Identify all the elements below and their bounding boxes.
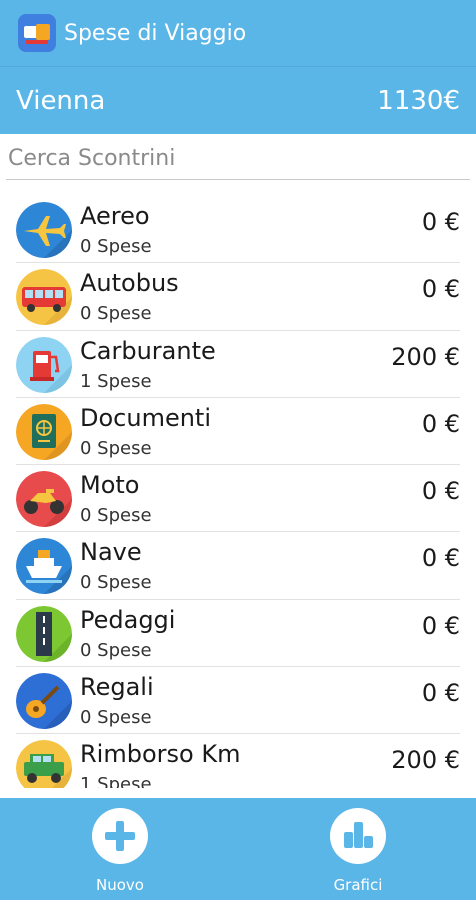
fuel-pump-icon <box>16 336 72 393</box>
category-row-documenti[interactable]: Documenti 0 Spese 0 € <box>16 398 460 466</box>
category-count: 1 Spese <box>80 774 152 788</box>
category-amount: 0 € <box>421 208 460 236</box>
charts-label: Grafici <box>333 876 383 894</box>
category-amount: 0 € <box>421 477 460 506</box>
app-bar: Spese di Viaggio <box>0 0 476 66</box>
category-amount: 200 € <box>391 746 460 775</box>
category-list[interactable]: Aereo 0 Spese 0 € Autobus 0 Spese 0 € Ca… <box>0 196 476 788</box>
charts-button[interactable]: Grafici <box>308 808 408 898</box>
category-name: Nave <box>80 538 142 567</box>
category-count: 0 Spese <box>80 505 152 527</box>
category-count: 0 Spese <box>80 707 152 729</box>
trip-header[interactable]: Vienna 1130€ <box>0 66 476 134</box>
category-amount: 200 € <box>391 342 460 371</box>
bus-icon <box>16 269 72 326</box>
category-amount: 0 € <box>421 679 460 708</box>
category-amount: 0 € <box>421 275 460 304</box>
category-row-moto[interactable]: Moto 0 Spese 0 € <box>16 465 460 533</box>
category-row-rimborso-km[interactable]: Rimborso Km 1 Spese 200 € <box>16 734 460 788</box>
category-name: Autobus <box>80 269 179 298</box>
category-name: Documenti <box>80 403 212 432</box>
category-name: Carburante <box>80 336 216 365</box>
category-name: Regali <box>80 673 154 702</box>
category-name: Moto <box>80 471 140 500</box>
category-name: Rimborso Km <box>80 740 241 769</box>
category-amount: 0 € <box>421 409 460 438</box>
category-row-nave[interactable]: Nave 0 Spese 0 € <box>16 532 460 600</box>
category-row-carburante[interactable]: Carburante 1 Spese 200 € <box>16 331 460 398</box>
trip-total: 1130€ <box>377 85 460 116</box>
category-row-regali[interactable]: Regali 0 Spese 0 € <box>16 667 460 735</box>
category-amount: 0 € <box>421 544 460 573</box>
category-count: 0 Spese <box>80 572 152 594</box>
motorcycle-icon <box>16 471 72 528</box>
bottom-nav-bar: Nuovo Grafici <box>0 798 476 900</box>
category-row-pedaggi[interactable]: Pedaggi 0 Spese 0 € <box>16 600 460 668</box>
category-count: 0 Spese <box>80 236 152 257</box>
airplane-icon <box>16 202 72 258</box>
plus-icon <box>92 808 148 864</box>
search-input[interactable] <box>6 138 470 180</box>
app-logo-icon <box>18 14 56 52</box>
trip-name: Vienna <box>16 85 106 116</box>
new-button[interactable]: Nuovo <box>70 808 170 898</box>
guitar-icon <box>16 673 72 730</box>
category-name: Aereo <box>80 202 150 230</box>
category-count: 0 Spese <box>80 437 152 459</box>
category-row-aereo[interactable]: Aereo 0 Spese 0 € <box>16 196 460 264</box>
bar-chart-icon <box>330 808 386 864</box>
category-row-autobus[interactable]: Autobus 0 Spese 0 € <box>16 263 460 331</box>
jeep-icon <box>16 740 72 788</box>
category-amount: 0 € <box>421 611 460 640</box>
app-title: Spese di Viaggio <box>64 20 247 46</box>
passport-icon <box>16 403 72 460</box>
category-name: Pedaggi <box>80 605 176 634</box>
category-count: 0 Spese <box>80 639 152 661</box>
new-label: Nuovo <box>96 876 144 894</box>
category-count: 1 Spese <box>80 370 152 392</box>
road-icon <box>16 605 72 662</box>
category-count: 0 Spese <box>80 303 152 325</box>
ship-icon <box>16 538 72 595</box>
